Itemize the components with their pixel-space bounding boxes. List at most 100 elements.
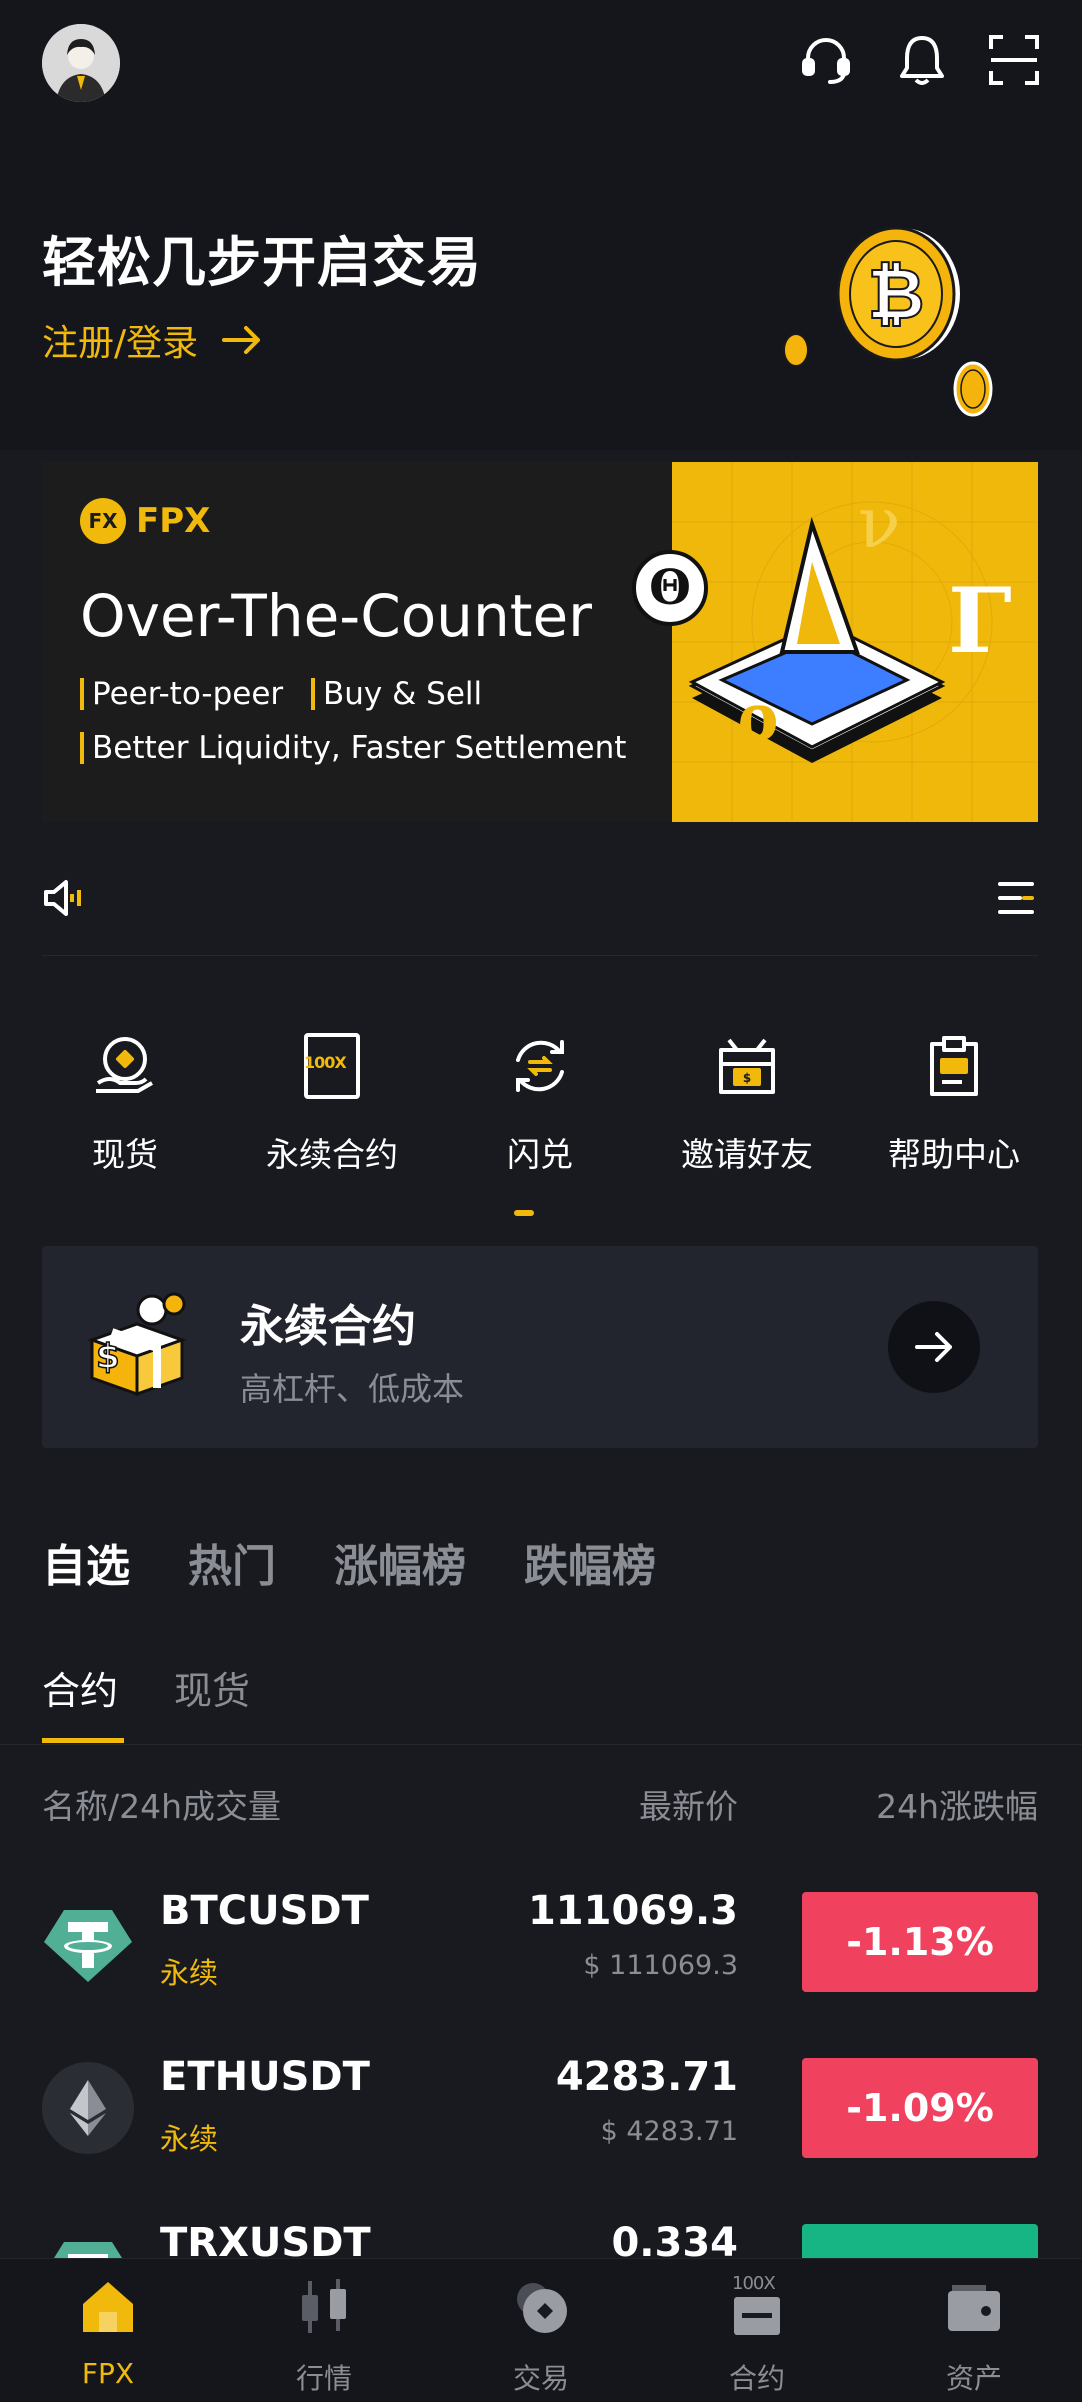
subtab-active-indicator: [42, 1738, 124, 1743]
market-row-ethusdt[interactable]: ETHUSDT 永续 4283.71 $ 4283.71 -1.09%: [42, 2054, 1038, 2158]
action-invite[interactable]: $ 邀请好友: [647, 1030, 847, 1176]
wallet-icon: [894, 2269, 1054, 2345]
banner-title: Over-The-Counter: [80, 582, 592, 650]
action-label: 现货: [92, 1135, 158, 1174]
divider: [0, 1744, 1082, 1745]
col-latest-price: 最新价: [639, 1787, 738, 1826]
nav-trade[interactable]: 交易: [461, 2269, 621, 2397]
gift-box-illustration: $: [87, 1292, 187, 1397]
market-candles-icon: [244, 2269, 404, 2345]
spot-icon: [25, 1030, 225, 1102]
usd-price: $ 111069.3: [583, 1950, 738, 1981]
nav-label: 合约: [728, 2362, 785, 2395]
announcement-bar[interactable]: [42, 868, 1038, 928]
contract-type: 永续: [160, 1956, 219, 1990]
fpx-logo: FX FPX: [80, 498, 210, 544]
speaker-icon: [44, 880, 81, 916]
promo-arrow-button[interactable]: [888, 1301, 980, 1393]
action-label: 帮助中心: [888, 1135, 1020, 1174]
banner-tag: Better Liquidity, Faster Settlement: [92, 730, 627, 766]
page-indicator: [514, 1210, 534, 1216]
banner-tags-line1: Peer-to-peer Buy & Sell: [80, 676, 482, 712]
change-badge[interactable]: -1.13%: [802, 1892, 1038, 1992]
nav-contract[interactable]: 100X 合约: [677, 2269, 837, 2397]
usdt-logo-icon: [42, 1896, 134, 1988]
col-24h-change: 24h涨跌幅: [876, 1787, 1038, 1826]
market-subtabs: 合约 现货: [42, 1660, 250, 1715]
tab-gainers[interactable]: 涨幅榜: [334, 1530, 466, 1594]
banner-illustration: Θ ν Γ ρ: [632, 462, 1038, 822]
quick-actions: 现货 100X 永续合约 闪兑 $ 邀请好友 帮助中心: [0, 1030, 1082, 1220]
svg-text:$: $: [743, 1071, 751, 1085]
flash-swap-icon: [440, 1030, 640, 1102]
col-name-volume: 名称/24h成交量: [42, 1787, 282, 1826]
trade-icon: [461, 2269, 621, 2345]
banner-tag: Peer-to-peer: [92, 676, 284, 712]
divider: [42, 955, 1038, 956]
home-icon: [28, 2269, 188, 2345]
greek-theta: Θ: [632, 550, 708, 626]
action-label: 邀请好友: [681, 1135, 813, 1174]
nav-market[interactable]: 行情: [244, 2269, 404, 2397]
tab-hot[interactable]: 热门: [188, 1530, 276, 1594]
nav-label: 资产: [945, 2362, 1002, 2395]
svg-text:₿: ₿: [867, 253, 924, 335]
perpetual-100x-icon: 100X: [232, 1030, 432, 1102]
change-badge[interactable]: -1.09%: [802, 2058, 1038, 2158]
eth-logo-icon: [42, 2062, 134, 2154]
tab-losers[interactable]: 跌幅榜: [524, 1530, 656, 1594]
user-avatar[interactable]: [42, 24, 120, 102]
greek-rho: ρ: [736, 680, 779, 755]
symbol: ETHUSDT: [160, 2054, 370, 2100]
symbol: BTCUSDT: [160, 1888, 369, 1934]
tab-favorites[interactable]: 自选: [42, 1530, 130, 1594]
help-clipboard-icon: [854, 1030, 1054, 1102]
action-help-center[interactable]: 帮助中心: [854, 1030, 1054, 1176]
promo-subtitle: 高杠杆、低成本: [240, 1370, 465, 1408]
subtab-spot[interactable]: 现货: [174, 1660, 250, 1715]
contract-type: 永续: [160, 2122, 219, 2156]
hero-title: 轻松几步开启交易: [42, 231, 482, 294]
nav-fpx-home[interactable]: FPX: [28, 2269, 188, 2390]
action-perpetual[interactable]: 100X 永续合约: [232, 1030, 432, 1176]
scan-icon[interactable]: [984, 30, 1044, 90]
bell-icon[interactable]: [892, 30, 952, 90]
market-row-btcusdt[interactable]: BTCUSDT 永续 111069.3 $ 111069.3 -1.13%: [42, 1888, 1038, 1992]
login-register-link[interactable]: 注册/登录: [42, 314, 262, 366]
top-header: 轻松几步开启交易 注册/登录 ₿: [0, 0, 1082, 450]
action-label: 永续合约: [266, 1135, 398, 1174]
action-spot[interactable]: 现货: [25, 1030, 225, 1176]
fpx-badge-icon: FX: [80, 498, 126, 544]
contract-icon-text: 100X: [732, 2273, 776, 2294]
small-coin-illustration: [783, 333, 809, 367]
greek-nu: ν: [858, 482, 901, 564]
action-flash-swap[interactable]: 闪兑: [440, 1030, 640, 1176]
market-tabs: 自选 热门 涨幅榜 跌幅榜: [42, 1530, 656, 1594]
invite-gift-icon: $: [647, 1030, 847, 1102]
nav-assets[interactable]: 资产: [894, 2269, 1054, 2397]
perpetual-promo-card[interactable]: $ 永续合约 高杠杆、低成本: [42, 1246, 1038, 1448]
nav-label: 行情: [295, 2362, 352, 2395]
small-coin-illustration: [953, 361, 993, 417]
svg-text:$: $: [96, 1337, 120, 1377]
banner-tag: Buy & Sell: [323, 676, 483, 712]
perpetual-icon-text: 100X: [304, 1053, 347, 1072]
fpx-brand-text: FPX: [136, 501, 211, 541]
login-register-label: 注册/登录: [42, 323, 199, 364]
list-menu-icon[interactable]: [998, 880, 1034, 916]
nav-label: FPX: [81, 2357, 135, 2390]
latest-price: 111069.3: [527, 1888, 738, 1934]
customer-service-icon[interactable]: [796, 30, 856, 90]
banner-tags-line2: Better Liquidity, Faster Settlement: [80, 730, 626, 766]
action-label: 闪兑: [507, 1135, 573, 1174]
nav-label: 交易: [512, 2362, 569, 2395]
subtab-contract[interactable]: 合约: [42, 1660, 118, 1715]
bitcoin-coin-illustration: ₿: [836, 226, 960, 362]
promo-title: 永续合约: [240, 1301, 416, 1352]
latest-price: 4283.71: [555, 2054, 738, 2100]
arrow-right-icon: [915, 1332, 952, 1362]
greek-gamma: Γ: [948, 568, 1012, 674]
otc-banner[interactable]: Θ ν Γ ρ FX FPX Over-The-Counter Peer-to-…: [42, 462, 1038, 822]
arrow-right-icon: [222, 326, 261, 354]
usd-price: $ 4283.71: [600, 2116, 738, 2147]
